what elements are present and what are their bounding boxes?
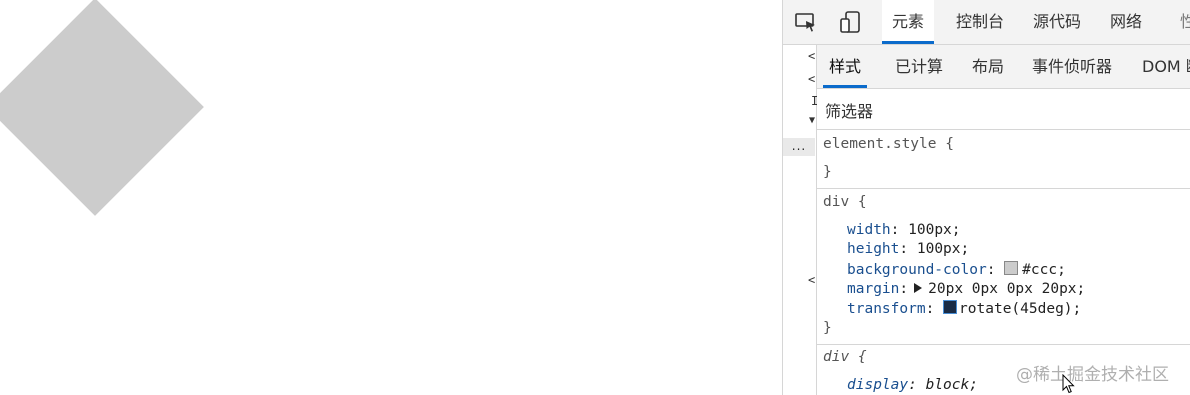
devtools-main-toolbar: 元素 控制台 源代码 网络 性 [783,0,1190,45]
declaration-background-color[interactable]: background-color: #ccc; [847,261,1066,278]
dom-node-marker[interactable]: < [808,49,815,63]
rule-element-style: element.style { } [817,130,1190,188]
rule-close-brace: } [823,164,832,180]
device-emulation-icon[interactable] [838,10,862,34]
rule-close-brace: } [823,320,832,336]
tab-network[interactable]: 网络 [1100,0,1152,44]
property-value[interactable]: #ccc; [1022,262,1066,278]
tab-styles[interactable]: 样式 [823,45,868,88]
declaration-height[interactable]: height: 100px; [847,241,969,257]
tab-dom-breakpoints[interactable]: DOM 断 [1142,45,1190,88]
declaration-display[interactable]: display: block; [847,377,978,393]
styles-pane: 样式 已计算 布局 事件侦听器 DOM 断 element.style { } … [817,45,1190,395]
dom-node-marker[interactable]: < [808,273,815,287]
tab-event-listeners[interactable]: 事件侦听器 [1032,45,1112,88]
page-viewport [0,0,782,395]
tab-computed[interactable]: 已计算 [895,45,943,88]
tab-sources[interactable]: 源代码 [1023,0,1091,44]
color-swatch-icon[interactable] [1004,261,1019,275]
inspect-element-icon[interactable] [794,10,818,34]
mouse-cursor-icon [1062,374,1075,394]
expand-triangle-icon[interactable]: ▼ [809,115,815,126]
rule-selector[interactable]: element.style { [823,136,954,152]
property-value[interactable]: block; [926,377,978,393]
tab-console[interactable]: 控制台 [946,0,1014,44]
property-value[interactable]: 100px; [908,222,960,238]
property-name[interactable]: transform [847,301,926,317]
styles-subtabs: 样式 已计算 布局 事件侦听器 DOM 断 [817,45,1190,89]
dom-ellipsis-button[interactable]: ... [783,138,815,156]
tab-performance[interactable]: 性 [1170,0,1190,44]
rule-div-author: div { width: 100px; height: 100px; backg… [817,189,1190,344]
property-name[interactable]: width [847,222,891,238]
rotated-square-div [0,0,204,216]
tab-layout[interactable]: 布局 [972,45,1004,88]
expand-shorthand-icon[interactable] [914,283,923,293]
property-value[interactable]: 100px; [917,241,969,257]
rule-selector[interactable]: div { [823,349,867,365]
transform-editor-icon[interactable] [943,300,958,314]
property-name[interactable]: display [847,377,908,393]
watermark: @稀土掘金技术社区 [1016,365,1169,385]
property-name[interactable]: margin [847,281,899,297]
declaration-transform[interactable]: transform: rotate(45deg); [847,300,1081,317]
property-name[interactable]: height [847,241,899,257]
styles-filter-input[interactable] [823,99,1177,123]
declaration-margin[interactable]: margin: 20px 0px 0px 20px; [847,281,1085,297]
property-name[interactable]: background-color [847,262,987,278]
styles-filter-bar [817,89,1190,130]
dom-tree-strip: < < I ▼ < [783,45,818,395]
property-value[interactable]: rotate(45deg); [959,301,1081,317]
dom-node-marker[interactable]: < [808,72,815,86]
property-value[interactable]: 20px 0px 0px 20px; [928,281,1085,297]
rule-selector[interactable]: div { [823,194,867,210]
tab-elements[interactable]: 元素 [882,0,935,44]
declaration-width[interactable]: width: 100px; [847,222,961,238]
devtools-panel: 元素 控制台 源代码 网络 性 < < I ▼ < ... 样式 已计算 布局 … [782,0,1190,395]
